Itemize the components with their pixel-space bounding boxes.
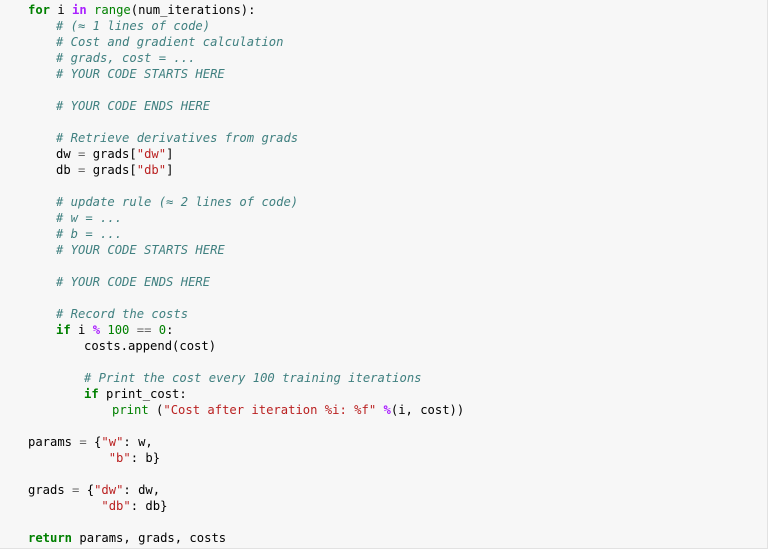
dw-grads-close: ] bbox=[166, 147, 174, 161]
comment-grads-cost: # grads, cost = ... bbox=[56, 51, 196, 65]
code-line-comment: # YOUR CODE ENDS HERE bbox=[0, 274, 464, 290]
number-100: 100 bbox=[100, 323, 130, 337]
params-b-value: : b} bbox=[130, 451, 161, 465]
if-colon: : bbox=[166, 323, 174, 337]
print-open-paren: ( bbox=[148, 403, 164, 417]
keyword-return: return bbox=[28, 531, 73, 545]
comment-b: # b = ... bbox=[56, 227, 123, 241]
code-line-comment: # b = ... bbox=[0, 226, 464, 242]
costs-append-call: costs.append(cost) bbox=[84, 339, 217, 353]
code-line-comment: # Cost and gradient calculation bbox=[0, 34, 464, 50]
print-arguments: (i, cost)) bbox=[390, 403, 465, 417]
db-key-string: "db" bbox=[136, 163, 167, 177]
code-line-print: print ("Cost after iteration %i: %f" %(i… bbox=[0, 402, 464, 418]
code-line-comment: # YOUR CODE STARTS HERE bbox=[0, 242, 464, 258]
code-editor[interactable]: for i in range(num_iterations): # (≈ 1 l… bbox=[0, 2, 464, 546]
builtin-range: range bbox=[86, 3, 131, 17]
format-operator: % bbox=[383, 403, 391, 417]
comment-print-cost: # Print the cost every 100 training iter… bbox=[84, 371, 422, 385]
dw-lhs: dw bbox=[56, 147, 79, 161]
code-line-comment: # update rule (≈ 2 lines of code) bbox=[0, 194, 464, 210]
params-b-key: "b" bbox=[108, 451, 131, 465]
params-w-key: "w" bbox=[101, 435, 124, 449]
comment-approx-1: # (≈ 1 lines of code) bbox=[56, 19, 211, 33]
code-line-comment: # (≈ 1 lines of code) bbox=[0, 18, 464, 34]
equality-operator: == bbox=[129, 323, 152, 337]
code-line-for: for i in range(num_iterations): bbox=[0, 2, 464, 18]
print-cost-condition: print_cost: bbox=[98, 387, 187, 401]
code-cell[interactable]: for i in range(num_iterations): # (≈ 1 l… bbox=[0, 0, 768, 549]
comment-code-ends-2: # YOUR CODE ENDS HERE bbox=[56, 275, 211, 289]
code-line-params: params = {"w": w, bbox=[0, 434, 464, 450]
code-line-costs-append: costs.append(cost) bbox=[0, 338, 464, 354]
grads-db-key: "db" bbox=[101, 499, 131, 513]
db-grads-open: grads[ bbox=[85, 163, 137, 177]
range-argument: (num_iterations): bbox=[130, 3, 256, 17]
grads-continuation-pad bbox=[28, 499, 101, 513]
number-0: 0 bbox=[151, 323, 167, 337]
builtin-print: print bbox=[112, 403, 149, 417]
code-line-dw: dw = grads["dw"] bbox=[0, 146, 464, 162]
grads-dw-value: : dw, bbox=[123, 483, 161, 497]
print-space bbox=[376, 403, 383, 417]
comment-code-starts-2: # YOUR CODE STARTS HERE bbox=[56, 243, 225, 257]
comment-cost-gradient: # Cost and gradient calculation bbox=[56, 35, 284, 49]
keyword-for: for bbox=[28, 3, 51, 17]
comment-update-rule: # update rule (≈ 2 lines of code) bbox=[56, 195, 299, 209]
code-line-comment: # w = ... bbox=[0, 210, 464, 226]
code-line-grads-db: "db": db} bbox=[0, 498, 464, 514]
db-grads-close: ] bbox=[166, 163, 174, 177]
params-w-value: : w, bbox=[123, 435, 153, 449]
grads-open-brace: { bbox=[79, 483, 95, 497]
dw-key-string: "dw" bbox=[136, 147, 167, 161]
params-open-brace: { bbox=[86, 435, 102, 449]
code-line-comment: # Retrieve derivatives from grads bbox=[0, 130, 464, 146]
print-format-string: "Cost after iteration %i: %f" bbox=[163, 403, 377, 417]
code-line-db: db = grads["db"] bbox=[0, 162, 464, 178]
params-continuation-pad bbox=[28, 451, 109, 465]
comment-code-starts-1: # YOUR CODE STARTS HERE bbox=[56, 67, 225, 81]
grads-dw-key: "dw" bbox=[94, 483, 124, 497]
code-line-comment: # Record the costs bbox=[0, 306, 464, 322]
code-line-params-b: "b": b} bbox=[0, 450, 464, 466]
grads-db-value: : db} bbox=[130, 499, 168, 513]
code-line-if-print-cost: if print_cost: bbox=[0, 386, 464, 402]
keyword-if: if bbox=[56, 323, 71, 337]
dw-grads-open: grads[ bbox=[85, 147, 137, 161]
code-line-comment: # Print the cost every 100 training iter… bbox=[0, 370, 464, 386]
code-line-return: return params, grads, costs bbox=[0, 530, 464, 546]
if-variable: i bbox=[70, 323, 93, 337]
comment-code-ends-1: # YOUR CODE ENDS HERE bbox=[56, 99, 211, 113]
params-lhs: params bbox=[28, 435, 80, 449]
comment-w: # w = ... bbox=[56, 211, 123, 225]
modulo-operator: % bbox=[92, 323, 101, 337]
code-line-comment: # YOUR CODE STARTS HERE bbox=[0, 66, 464, 82]
code-line-comment: # grads, cost = ... bbox=[0, 50, 464, 66]
keyword-in: in bbox=[72, 3, 87, 17]
db-lhs: db bbox=[56, 163, 79, 177]
code-line-comment: # YOUR CODE ENDS HERE bbox=[0, 98, 464, 114]
code-line-grads: grads = {"dw": dw, bbox=[0, 482, 464, 498]
loop-variable: i bbox=[50, 3, 73, 17]
return-values: params, grads, costs bbox=[72, 531, 227, 545]
comment-retrieve-derivatives: # Retrieve derivatives from grads bbox=[56, 131, 299, 145]
comment-record-costs: # Record the costs bbox=[56, 307, 189, 321]
code-line-if-modulo: if i % 100 == 0: bbox=[0, 322, 464, 338]
params-equals: = bbox=[79, 435, 87, 449]
keyword-if: if bbox=[84, 387, 99, 401]
grads-lhs: grads bbox=[28, 483, 73, 497]
